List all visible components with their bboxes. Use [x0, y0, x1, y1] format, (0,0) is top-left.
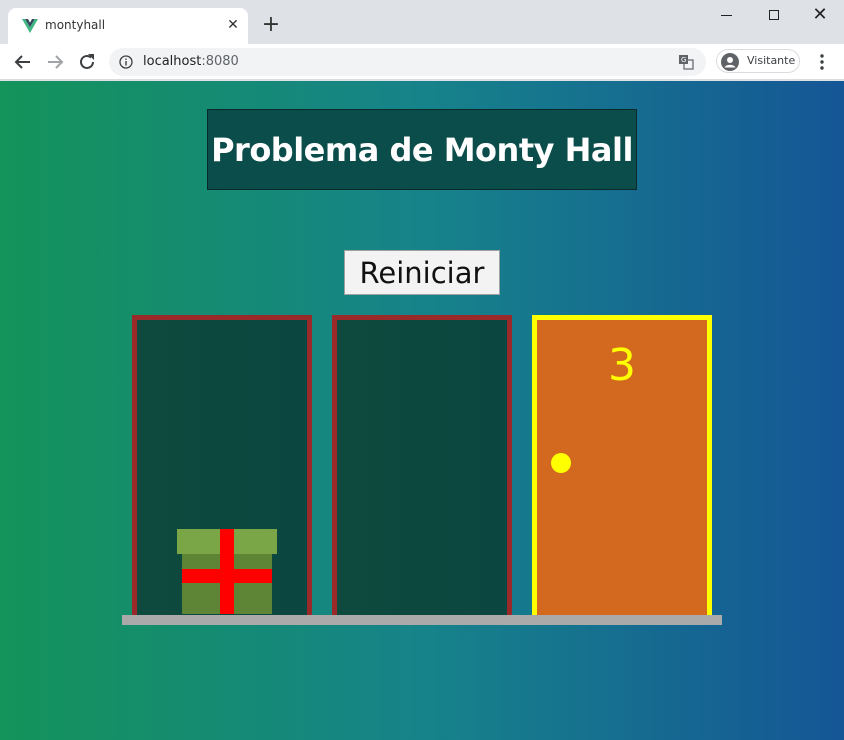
url-port: :8080 — [201, 54, 239, 69]
translate-icon[interactable]: G — [678, 54, 694, 70]
minimize-icon — [720, 14, 732, 16]
profile-name: Visitante — [747, 54, 796, 67]
tab-close-icon[interactable]: ✕ — [224, 16, 242, 34]
back-arrow-icon[interactable] — [11, 50, 35, 74]
forward-arrow-icon[interactable] — [43, 50, 67, 74]
maximize-button[interactable] — [759, 3, 789, 27]
tab-title: montyhall — [45, 18, 106, 32]
url-text: localhost:8080 — [143, 54, 239, 69]
avatar-icon — [721, 53, 739, 71]
browser-tab[interactable]: montyhall ✕ — [8, 8, 248, 44]
floor — [122, 615, 722, 625]
reset-button[interactable]: Reiniciar — [344, 250, 500, 295]
maximize-icon — [769, 10, 779, 20]
minimize-button[interactable] — [711, 3, 741, 27]
gift-ribbon-vertical — [220, 529, 234, 614]
address-bar[interactable]: localhost:8080 G — [109, 48, 706, 76]
door-knob — [551, 453, 571, 473]
info-icon[interactable] — [119, 55, 133, 69]
vue-logo-icon — [22, 19, 38, 33]
title-banner: Problema de Monty Hall — [207, 109, 637, 190]
door-2-open[interactable] — [332, 315, 512, 617]
reload-icon[interactable] — [75, 50, 99, 74]
gift-icon — [177, 529, 277, 614]
door-number: 3 — [608, 340, 636, 391]
tab-strip: montyhall ✕ + ✕ — [0, 0, 844, 44]
page-title: Problema de Monty Hall — [211, 130, 633, 169]
browser-toolbar: localhost:8080 G Visitante — [0, 44, 844, 80]
door-3-closed[interactable]: 3 — [532, 315, 712, 617]
window-close-button[interactable]: ✕ — [805, 3, 835, 27]
svg-text:G: G — [681, 56, 686, 64]
new-tab-button[interactable]: + — [259, 13, 283, 37]
url-host: localhost — [143, 54, 202, 69]
page-viewport: Problema de Monty Hall Reiniciar 3 — [0, 81, 844, 740]
profile-button[interactable]: Visitante — [716, 49, 800, 73]
door-1-open[interactable] — [132, 315, 312, 617]
kebab-menu-icon[interactable] — [812, 52, 832, 72]
